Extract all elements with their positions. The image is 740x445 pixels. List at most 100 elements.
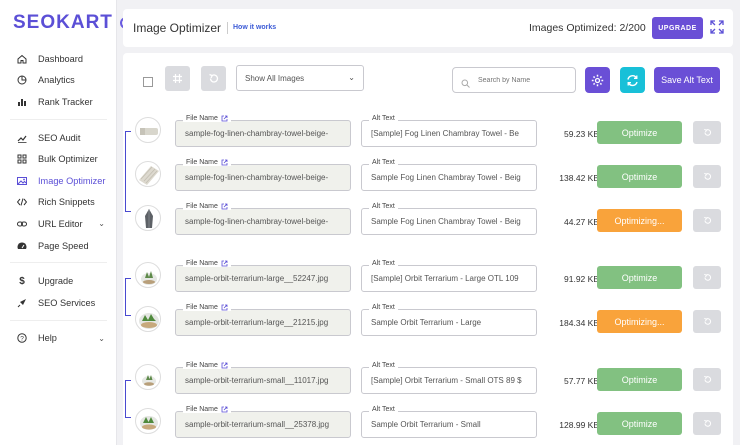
pie-chart-icon	[17, 75, 27, 85]
grid-icon	[17, 154, 27, 164]
sidebar-nav: Dashboard Analytics Rank Tracker SEO Aud…	[0, 48, 117, 349]
sidebar-item-label: URL Editor	[38, 218, 83, 229]
alt-text-input[interactable]: [Sample] Orbit Terrarium - Large OTL 109	[361, 265, 537, 292]
refresh-button[interactable]	[620, 67, 645, 93]
optimize-button[interactable]: Optimize	[597, 266, 682, 289]
code-icon	[17, 197, 27, 207]
logo[interactable]: SEOKART	[13, 12, 132, 34]
image-thumbnail[interactable]	[135, 306, 161, 332]
alt-text-label: Alt Text	[369, 115, 398, 122]
optimize-button[interactable]: Optimize	[597, 121, 682, 144]
alt-text-label: Alt Text	[369, 304, 398, 311]
svg-text:?: ?	[20, 336, 24, 343]
undo-icon	[703, 216, 711, 224]
file-size: 57.77 KB	[564, 376, 599, 386]
alt-text-input[interactable]: Sample Fog Linen Chambray Towel - Beig	[361, 208, 537, 235]
file-name-field[interactable]: sample-fog-linen-chambray-towel-beige-	[175, 164, 351, 191]
revert-button[interactable]	[693, 165, 721, 188]
optimize-button[interactable]: Optimize	[597, 368, 682, 391]
external-link-icon	[221, 115, 228, 122]
sidebar-item-analytics[interactable]: Analytics	[0, 70, 117, 92]
image-thumbnail[interactable]	[135, 205, 161, 231]
sidebar-item-label: SEO Services	[38, 297, 96, 308]
revert-button[interactable]	[693, 412, 721, 435]
sidebar-item-image-optimizer[interactable]: Image Optimizer	[0, 170, 117, 192]
sidebar-item-bulk-optimizer[interactable]: Bulk Optimizer	[0, 148, 117, 170]
file-name-field[interactable]: sample-orbit-terrarium-large__21215.jpg	[175, 309, 351, 336]
alt-text-input[interactable]: Sample Orbit Terrarium - Large	[361, 309, 537, 336]
file-name-field[interactable]: sample-fog-linen-chambray-towel-beige-	[175, 208, 351, 235]
image-icon	[17, 176, 27, 186]
bulk-revert-button[interactable]	[201, 66, 226, 91]
file-name-field[interactable]: sample-orbit-terrarium-large__52247.jpg	[175, 265, 351, 292]
file-name-label: File Name	[183, 203, 231, 210]
image-filter-value: Show All Images	[245, 73, 305, 83]
upgrade-button[interactable]: UPGRADE	[652, 17, 703, 39]
revert-button[interactable]	[693, 209, 721, 232]
external-link-icon	[221, 362, 228, 369]
file-name-label: File Name	[183, 304, 231, 311]
optimizing-button[interactable]: Optimizing...	[597, 310, 682, 333]
page-title: Image Optimizer	[133, 21, 222, 35]
select-all-checkbox[interactable]	[143, 77, 153, 87]
file-name-label: File Name	[183, 406, 231, 413]
refresh-icon	[627, 74, 638, 86]
search-input[interactable]	[452, 67, 576, 93]
sidebar-item-label: Help	[38, 333, 57, 344]
image-filter-select[interactable]: Show All Images ⌄	[236, 65, 364, 91]
sidebar-item-dashboard[interactable]: Dashboard	[0, 48, 117, 70]
revert-button[interactable]	[693, 310, 721, 333]
undo-icon	[703, 375, 711, 383]
image-thumbnail[interactable]	[135, 161, 161, 187]
file-name-field[interactable]: sample-orbit-terrarium-small__11017.jpg	[175, 367, 351, 394]
sidebar-item-rank-tracker[interactable]: Rank Tracker	[0, 91, 117, 113]
revert-button[interactable]	[693, 368, 721, 391]
chevron-down-icon: ⌄	[98, 219, 105, 229]
file-name-field[interactable]: sample-fog-linen-chambray-towel-beige-	[175, 120, 351, 147]
undo-icon	[703, 128, 711, 136]
trend-line-icon	[17, 133, 27, 143]
optimize-button[interactable]: Optimize	[597, 412, 682, 435]
optimizing-button[interactable]: Optimizing...	[597, 209, 682, 232]
image-thumbnail[interactable]	[135, 364, 161, 390]
sidebar-item-page-speed[interactable]: Page Speed	[0, 235, 117, 257]
alt-text-input[interactable]: [Sample] Fog Linen Chambray Towel - Be	[361, 120, 537, 147]
external-link-icon	[221, 159, 228, 166]
image-thumbnail[interactable]	[135, 262, 161, 288]
alt-text-input[interactable]: Sample Orbit Terrarium - Small	[361, 411, 537, 438]
revert-button[interactable]	[693, 121, 721, 144]
sidebar-divider	[10, 314, 107, 321]
sidebar-item-label: Image Optimizer	[38, 175, 106, 186]
sidebar-item-url-editor[interactable]: URL Editor ⌄	[0, 213, 117, 235]
revert-button[interactable]	[693, 266, 721, 289]
table-row: File Name sample-orbit-terrarium-small__…	[123, 402, 733, 445]
file-size: 128.99 KB	[559, 420, 599, 430]
expand-icon[interactable]	[710, 20, 724, 34]
table-row: File Name sample-fog-linen-chambray-towe…	[123, 111, 733, 155]
file-size: 138.42 KB	[559, 173, 599, 183]
alt-text-input[interactable]: [Sample] Orbit Terrarium - Small OTS 89 …	[361, 367, 537, 394]
alt-text-input[interactable]: Sample Fog Linen Chambray Towel - Beig	[361, 164, 537, 191]
how-it-works-link[interactable]: How it works	[233, 24, 276, 31]
save-alt-text-button[interactable]: Save Alt Text	[654, 67, 720, 93]
image-thumbnail[interactable]	[135, 408, 161, 434]
sidebar-item-rich-snippets[interactable]: Rich Snippets	[0, 192, 117, 214]
file-size: 44.27 KB	[564, 217, 599, 227]
settings-button[interactable]	[585, 67, 610, 93]
undo-icon	[703, 172, 711, 180]
sidebar-item-upgrade[interactable]: $ Upgrade	[0, 270, 117, 292]
sidebar-item-label: Rich Snippets	[38, 197, 95, 208]
sidebar-item-seo-audit[interactable]: SEO Audit	[0, 127, 117, 149]
image-thumbnail[interactable]	[135, 117, 161, 143]
sidebar-item-help[interactable]: ? Help ⌄	[0, 328, 117, 350]
sidebar-item-seo-services[interactable]: SEO Services	[0, 292, 117, 314]
bulk-select-button[interactable]	[165, 66, 190, 91]
external-link-icon	[221, 304, 228, 311]
sidebar-item-label: Page Speed	[38, 240, 89, 251]
sidebar-divider	[10, 256, 107, 264]
chevron-down-icon: ⌄	[348, 73, 355, 82]
speedometer-icon	[17, 241, 27, 251]
optimize-button[interactable]: Optimize	[597, 165, 682, 188]
gear-icon	[591, 74, 604, 86]
file-name-field[interactable]: sample-orbit-terrarium-small__25378.jpg	[175, 411, 351, 438]
